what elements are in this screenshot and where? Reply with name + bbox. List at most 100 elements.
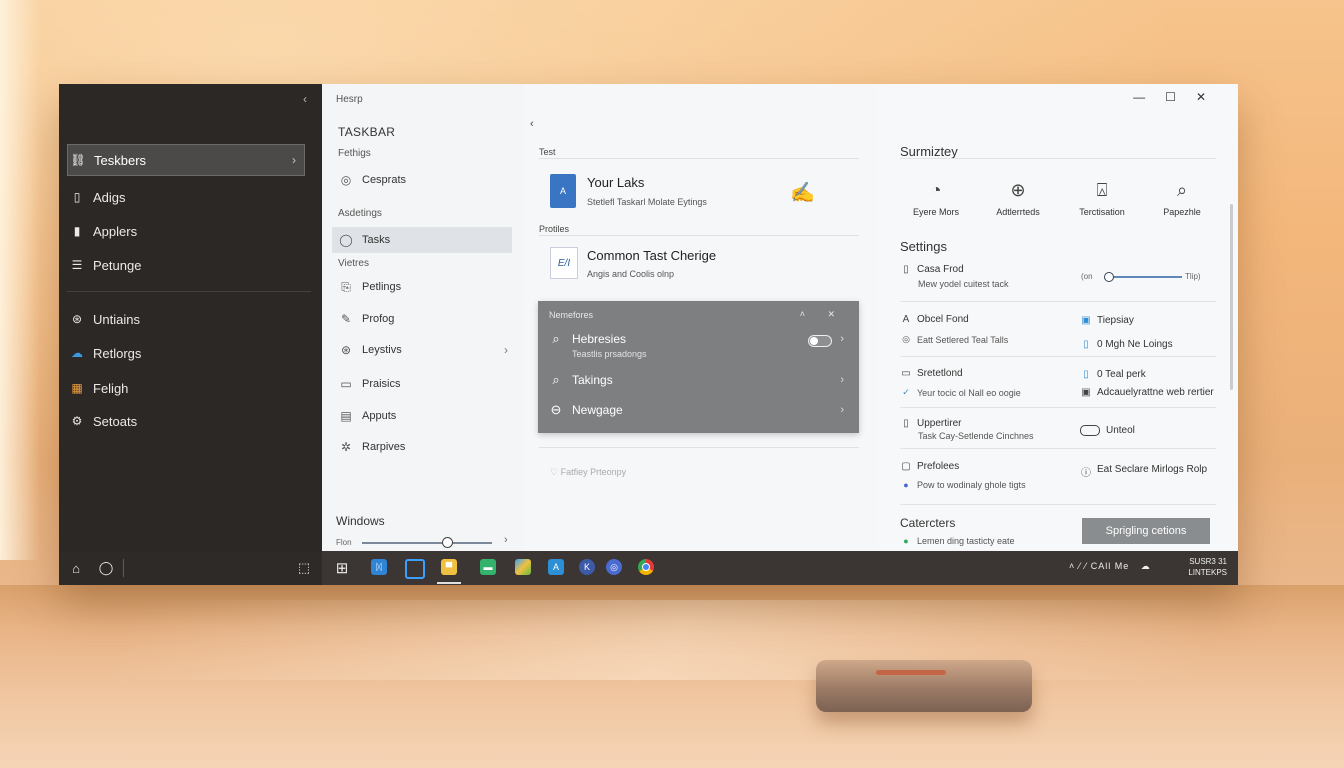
window-app-icon[interactable] [405,559,425,579]
nav-item-rarpives[interactable]: ✲ Rarpives [332,434,512,460]
search-icon: ⌕ [552,372,560,387]
notification-row[interactable]: ⌕ Hebresies › [548,331,848,347]
setting-title: Prefolees [917,461,960,472]
setting-subtitle: ✓ Yeur tocic ol Nall eo oogie [900,387,1021,398]
nav-item-praisics[interactable]: ▭ Praisics [332,371,512,397]
sidebar-item-petunge[interactable]: ☰ Petunge [67,250,303,280]
primary-action-button[interactable]: Sprigling cetions [1082,518,1210,544]
windows-slider-thumb[interactable] [442,537,453,548]
home-icon[interactable]: ⌂ [67,559,85,577]
clipboard-icon: ▤ [340,409,352,423]
globe-app-icon[interactable]: ◎ [606,559,622,575]
nav-item-leystivs[interactable]: ⊛ Leystivs › [332,337,512,363]
chevron-right-icon[interactable]: › [504,534,508,546]
nav-item-cesprats[interactable]: ◎ Cesprats [332,167,512,193]
nav-item-tasks[interactable]: ◯ Tasks [332,227,512,253]
system-tray[interactable]: ˄ ⁄ ⁄ CAll Me ☁ [1069,561,1151,572]
categories-subtitle-text: Lemen ding tasticty eate [917,536,1015,546]
faded-link[interactable]: ♡ Fatfiey Prteonpy [550,467,626,478]
display-icon: ▣ [1081,315,1091,326]
photos-app-icon[interactable] [515,559,531,575]
sidebar-item-setoats[interactable]: ⚙ Setoats [67,406,303,436]
scrollbar[interactable] [1230,204,1233,390]
windows-section-title: Windows [336,514,385,528]
app-launcher-icon[interactable]: ᛞ [371,559,387,575]
summary-item[interactable]: ⍓ Terctisation [1062,180,1142,217]
store-app-icon[interactable]: A [548,559,564,575]
notification-toggle[interactable] [808,335,832,347]
notification-row-label: Takings [572,373,613,387]
desk-device [816,660,1032,712]
setting-subtitle: Task Cay-Setlende Cinchnes [918,431,1034,441]
summary-panel: —☐✕ Surmiztey ◔ Eyere Mors ⊕ Adtlerrteds… [878,84,1238,551]
setting-row-title[interactable]: ▯ Casa Frod [900,264,963,275]
nav-item-petlings[interactable]: ⎘ Petlings [332,274,512,300]
setting-option[interactable]: ⓘ Eat Seclare Mirlogs Rolp [1080,464,1216,479]
window-controls[interactable]: —☐✕ [1133,90,1226,104]
divider [900,407,1216,408]
search-icon: ◯ [339,233,353,247]
setting-slider-thumb[interactable] [1104,272,1114,282]
chrome-icon[interactable] [638,559,654,575]
chevron-right-icon: › [840,374,844,386]
windows-slider-track[interactable] [362,542,492,544]
taskbar-icon: ⛓ [70,153,86,167]
setting-option[interactable]: ▯ 0 Mgh Ne Loings [1080,339,1173,350]
setting-row-title[interactable]: ▯ Uppertirer [900,418,961,429]
setting-option-label: 0 Mgh Ne Loings [1097,339,1173,350]
nav-item-apputs[interactable]: ▤ Apputs [332,403,512,429]
sidebar-item-adigs[interactable]: ▯ Adigs [67,182,303,212]
notification-row[interactable]: ⌕ Takings › [548,372,848,388]
k-app-icon[interactable]: K [579,559,595,575]
setting-slider-track[interactable] [1106,276,1182,278]
setting-option[interactable]: ▯ 0 Teal perk [1080,369,1146,380]
sidebar-item-taskbars[interactable]: ⛓ Teskbers › [67,144,305,176]
collapse-sidebar-button[interactable]: ‹ [303,92,307,106]
summary-item[interactable]: ⌕ Papezhle [1142,180,1222,217]
setting-row-title[interactable]: ▭ Sretetlond [900,368,962,379]
sidebar-item-applers[interactable]: ▮ Applers [67,216,303,246]
setting-option[interactable]: ▣ Tiepsiay [1080,315,1134,326]
back-button[interactable]: ‹ [530,118,534,130]
setting-row-title[interactable]: A Obcel Fond [900,314,969,325]
divider [539,235,859,236]
divider [900,158,1216,159]
setting-toggle[interactable]: Unteol [1080,425,1135,436]
notification-controls[interactable]: ˄ ✕ [800,309,845,320]
setting-subtitle: ◎ Eatt Setlered Teal Talls [900,334,1008,345]
summary-item[interactable]: ◔ Eyere Mors [896,180,976,217]
setting-option[interactable]: ▣ Adcauelyrattne web rertier [1080,387,1214,398]
divider [539,158,859,159]
settings-title: Settings [900,239,947,254]
taskbar: ⌂ ◯ ⬚ ⊞ ᛞ ▀ ▬ A K ◎ ˄ ⁄ ⁄ CAll Me ☁ SUSR… [59,551,1238,585]
sidebar-divider [67,291,311,292]
sidebar-item-untiains[interactable]: ⊛ Untiains [67,304,303,334]
search-circle-icon[interactable]: ◯ [97,559,115,577]
screenshot-icon[interactable]: ⬚ [295,559,313,577]
card-title[interactable]: Common Tast Cherige [587,248,716,263]
card-title[interactable]: Your Laks [587,175,644,190]
check-icon: ● [903,536,909,546]
sidebar-item-feligh[interactable]: ▦ Feligh [67,373,303,403]
settings-list-icon: ☰ [71,258,83,272]
setting-option-label: Adcauelyrattne web rertier [1097,387,1214,398]
phone-icon: ▯ [1083,369,1089,380]
setting-row-title[interactable]: ▢ Prefolees [900,461,959,472]
maximize-button[interactable]: ☐ [1165,90,1196,104]
taskbar-clock[interactable]: SUSR3 31 LINTEKPS [1177,556,1227,578]
close-button[interactable]: ✕ [1196,90,1226,104]
search-icon: ⌕ [1176,180,1188,200]
notification-row[interactable]: ⊖ Newgage › [548,402,848,418]
nav-item-profog[interactable]: ✎ Profog [332,306,512,332]
wifi-icon[interactable]: ☁ [1141,561,1151,571]
toggle-switch[interactable] [1080,425,1100,436]
sidebar-item-retlorgs[interactable]: ☁ Retlorgs [67,338,303,368]
minimize-button[interactable]: — [1133,90,1165,104]
start-menu-icon[interactable]: ⊞ [333,559,351,577]
setting-title: Uppertirer [917,418,962,429]
summary-item[interactable]: ⊕ Adtlerrteds [978,180,1058,217]
file-explorer-icon[interactable]: ▀ [441,559,457,575]
chat-app-icon[interactable]: ▬ [480,559,496,575]
document-icon: A [550,174,576,208]
touch-edit-icon[interactable]: ✍ [790,180,815,205]
